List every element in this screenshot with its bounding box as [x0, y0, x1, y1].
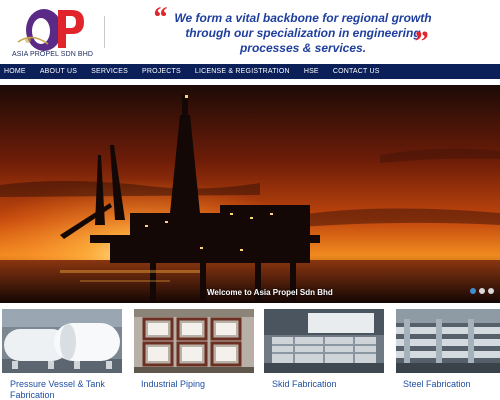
nav-item-license-registration[interactable]: LICENSE & REGISTRATION: [195, 68, 297, 75]
service-thumb-skid-fabrication[interactable]: [264, 309, 384, 373]
nav-item-home[interactable]: HOME: [4, 68, 33, 75]
slider-dot-2[interactable]: [479, 288, 485, 294]
slider-dot-3[interactable]: [488, 288, 494, 294]
hero-caption: Welcome to Asia Propel Sdn Bhd: [207, 288, 333, 297]
logo-text: ASIA PROPEL SDN BHD: [12, 51, 93, 58]
service-thumb-pressure-vessel[interactable]: [2, 309, 122, 373]
service-label-steel-fabrication[interactable]: Steel Fabrication: [403, 379, 500, 390]
site-header: ASIA PROPEL SDN BHD “ We form a vital ba…: [0, 0, 500, 64]
hero-image: [0, 85, 500, 303]
nav-item-projects[interactable]: PROJECTS: [142, 68, 188, 75]
tagline: We form a vital backbone for regional gr…: [174, 11, 432, 55]
slider-dot-1[interactable]: [470, 288, 476, 294]
main-nav: HOME ABOUT US SERVICES PROJECTS LICENSE & RE…: [0, 64, 500, 79]
nav-item-about-us[interactable]: ABOUT US: [40, 68, 84, 75]
nav-item-contact-us[interactable]: CONTACT US: [333, 68, 387, 75]
header-divider: [104, 16, 105, 48]
service-thumb-steel-fabrication[interactable]: [396, 309, 500, 373]
service-thumb-industrial-piping[interactable]: [134, 309, 254, 373]
service-label-pressure-vessel[interactable]: Pressure Vessel & Tank Fabrication: [10, 379, 130, 400]
quote-close-icon: ”: [413, 25, 428, 58]
service-label-skid-fabrication[interactable]: Skid Fabrication: [272, 379, 392, 390]
slider-dots: [470, 288, 494, 294]
service-label-industrial-piping[interactable]: Industrial Piping: [141, 379, 261, 390]
hero-banner: [0, 85, 500, 303]
nav-item-hse[interactable]: HSE: [304, 68, 326, 75]
services-strip: Pressure Vessel & Tank Fabrication Indus…: [0, 309, 500, 400]
nav-item-services[interactable]: SERVICES: [91, 68, 135, 75]
